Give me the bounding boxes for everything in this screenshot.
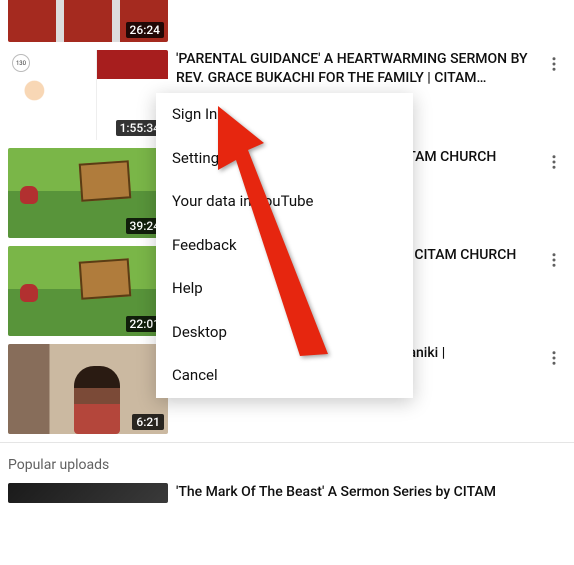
thumbnail[interactable] — [8, 483, 168, 503]
thumbnail[interactable]: 26:24 — [8, 0, 168, 42]
account-menu-popup: Sign In Settings Your data in YouTube Fe… — [156, 93, 413, 398]
popup-item-feedback[interactable]: Feedback — [156, 224, 413, 268]
more-vertical-icon — [545, 55, 563, 73]
video-list: 'The Mark Of The Beast' A Sermon Series … — [0, 483, 574, 506]
popup-item-settings[interactable]: Settings — [156, 137, 413, 181]
more-options-button[interactable] — [542, 248, 566, 272]
content-badge — [12, 54, 30, 72]
popup-item-desktop[interactable]: Desktop — [156, 311, 413, 355]
video-title: 'The Mark Of The Beast' A Sermon Series … — [176, 483, 562, 502]
thumbnail[interactable]: 22:01 — [8, 246, 168, 336]
more-vertical-icon — [545, 153, 563, 171]
duration-badge: 6:21 — [132, 414, 164, 430]
thumbnail[interactable]: 1:55:34 — [8, 50, 168, 140]
video-title: 'PARENTAL GUIDANCE' A HEARTWARMING SERMO… — [176, 50, 530, 88]
video-item[interactable]: 'The Mark Of The Beast' A Sermon Series … — [8, 483, 566, 506]
duration-badge: 26:24 — [126, 22, 164, 38]
more-options-button[interactable] — [542, 150, 566, 174]
section-title: Popular uploads — [0, 442, 574, 483]
video-item[interactable]: 26:24 SHIRIKU EPISODE 6 | CITAM Church O… — [8, 0, 566, 42]
more-vertical-icon — [545, 251, 563, 269]
more-options-button[interactable] — [542, 346, 566, 370]
more-options-button[interactable] — [542, 52, 566, 76]
more-vertical-icon — [545, 349, 563, 367]
popup-item-help[interactable]: Help — [156, 267, 413, 311]
thumbnail[interactable]: 39:24 — [8, 148, 168, 238]
popup-item-your-data[interactable]: Your data in YouTube — [156, 180, 413, 224]
popup-item-cancel[interactable]: Cancel — [156, 354, 413, 398]
video-meta: 'The Mark Of The Beast' A Sermon Series … — [176, 483, 566, 506]
thumbnail[interactable]: 6:21 — [8, 344, 168, 434]
video-meta: SHIRIKU EPISODE 6 | CITAM Church Online … — [176, 0, 534, 42]
popup-item-sign-in[interactable]: Sign In — [156, 93, 413, 137]
